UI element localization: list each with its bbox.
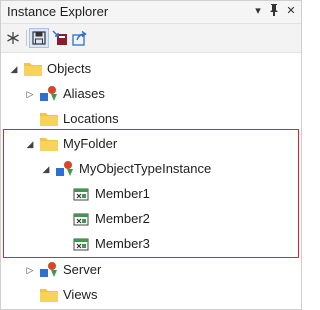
tree-item-myobjecttypeinstance[interactable]: ◢ MyObjectTypeInstance <box>1 157 301 181</box>
tree-item-member1[interactable]: Member1 <box>1 182 301 206</box>
tree-item-label: Locations <box>63 111 119 126</box>
import-button[interactable] <box>50 28 70 48</box>
tree-item-label: Aliases <box>63 86 105 101</box>
expanded-arrow-icon[interactable]: ◢ <box>25 138 35 150</box>
shapes-icon <box>39 85 59 103</box>
tree-item-objects[interactable]: ◢ Objects <box>1 57 301 81</box>
tree-item-label: Views <box>63 287 98 302</box>
pin-icon[interactable] <box>267 3 281 19</box>
collapsed-arrow-icon[interactable]: ▷ <box>25 264 35 276</box>
instance-explorer-window: Instance Explorer ▾ ✕ ◢ Objects ▷ Aliase… <box>0 0 302 310</box>
tree-item-label: Server <box>63 262 102 277</box>
tree-item-server[interactable]: ▷ Server <box>1 258 301 282</box>
tree-item-label: Member1 <box>95 186 150 201</box>
titlebar: Instance Explorer ▾ ✕ <box>1 1 301 24</box>
tree-item-myfolder[interactable]: ◢ MyFolder <box>1 132 301 156</box>
tree-item-member3[interactable]: Member3 <box>1 232 301 256</box>
shapes-icon <box>55 160 75 178</box>
folder-icon <box>39 286 59 304</box>
folder-icon <box>39 110 59 128</box>
tree-item-label: MyFolder <box>63 136 118 151</box>
window-title: Instance Explorer <box>7 4 109 19</box>
tree-item-views[interactable]: Views <box>1 283 301 307</box>
tree-item-member2[interactable]: Member2 <box>1 207 301 231</box>
import-icon <box>52 30 67 45</box>
save-button[interactable] <box>29 28 49 48</box>
asterisk-button[interactable] <box>3 28 23 48</box>
export-button[interactable] <box>70 28 90 48</box>
tree-item-aliases[interactable]: ▷ Aliases <box>1 82 301 106</box>
tree-item-label: Member3 <box>95 236 150 251</box>
folder-icon <box>39 135 59 153</box>
toolbar-separator <box>26 30 27 46</box>
tree-item-label: MyObjectTypeInstance <box>79 161 212 176</box>
tree-item-label: Member2 <box>95 211 150 226</box>
tree-item-label: Objects <box>47 61 92 76</box>
collapsed-arrow-icon[interactable]: ▷ <box>25 88 35 100</box>
member-icon <box>71 210 91 228</box>
asterisk-icon <box>7 32 19 44</box>
tree-item-locations[interactable]: Locations <box>1 107 301 131</box>
member-icon <box>71 235 91 253</box>
toolbar <box>1 24 301 53</box>
export-icon <box>72 30 87 46</box>
expanded-arrow-icon[interactable]: ◢ <box>9 63 19 75</box>
close-icon[interactable]: ✕ <box>284 3 298 19</box>
expanded-arrow-icon[interactable]: ◢ <box>41 163 51 175</box>
folder-icon <box>23 60 43 78</box>
dropdown-icon[interactable]: ▾ <box>251 3 265 19</box>
member-icon <box>71 185 91 203</box>
save-icon <box>32 31 46 45</box>
shapes-icon <box>39 261 59 279</box>
